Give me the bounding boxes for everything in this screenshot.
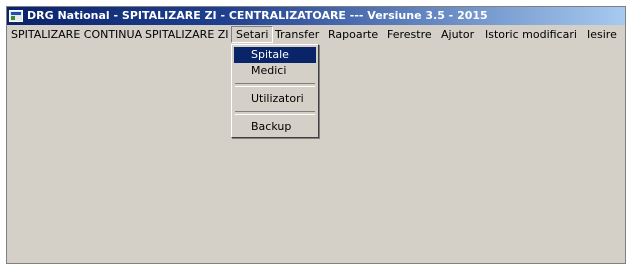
menu-separator <box>235 111 315 115</box>
menu-transfer[interactable]: Transfer <box>271 26 323 43</box>
menu-item-spitale[interactable]: Spitale <box>234 47 316 63</box>
menu-iesire[interactable]: Iesire <box>583 26 621 43</box>
menu-setari[interactable]: Setari <box>231 26 274 43</box>
menu-bar: SPITALIZARE CONTINUA SPITALIZARE ZI Seta… <box>7 25 625 44</box>
app-window: DRG National - SPITALIZARE ZI - CENTRALI… <box>6 6 626 264</box>
menu-ajutor[interactable]: Ajutor <box>437 26 478 43</box>
menu-item-backup[interactable]: Backup <box>234 119 316 135</box>
menu-separator <box>235 83 315 87</box>
setari-dropdown-menu: Spitale Medici Utilizatori Backup <box>231 44 319 138</box>
menu-spitalizare-continua[interactable]: SPITALIZARE CONTINUA <box>7 26 146 43</box>
menu-ferestre[interactable]: Ferestre <box>383 26 436 43</box>
window-title: DRG National - SPITALIZARE ZI - CENTRALI… <box>27 9 488 22</box>
menu-spitalizare-zi[interactable]: SPITALIZARE ZI <box>141 26 233 43</box>
menu-rapoarte[interactable]: Rapoarte <box>324 26 382 43</box>
app-icon[interactable] <box>9 10 23 22</box>
menu-item-utilizatori[interactable]: Utilizatori <box>234 91 316 107</box>
title-bar[interactable]: DRG National - SPITALIZARE ZI - CENTRALI… <box>7 7 625 25</box>
menu-istoric-modificari[interactable]: Istoric modificari <box>481 26 581 43</box>
menu-item-medici[interactable]: Medici <box>234 63 316 79</box>
